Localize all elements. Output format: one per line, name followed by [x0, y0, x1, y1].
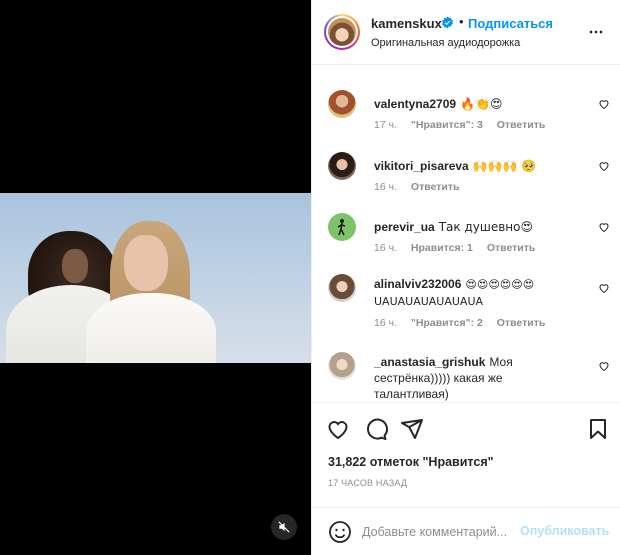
comment-time[interactable]: 16 ч. — [374, 317, 397, 329]
mute-button[interactable] — [271, 514, 297, 540]
verified-badge-icon — [442, 16, 453, 29]
comment-time[interactable]: 16 ч. — [374, 242, 397, 254]
muted-speaker-icon — [278, 521, 290, 533]
reply-button[interactable]: Ответить — [497, 119, 546, 131]
comment-username[interactable]: vikitori_pisareva — [374, 159, 469, 173]
commenter-avatar[interactable] — [328, 352, 356, 380]
bookmark-icon[interactable] — [586, 417, 610, 441]
comment-text: Так душевно😍 — [438, 220, 533, 234]
reply-button[interactable]: Ответить — [411, 181, 460, 193]
comment-username[interactable]: _anastasia_grishuk — [374, 355, 485, 369]
reply-button[interactable]: Ответить — [497, 317, 546, 329]
post-header: kamenskux • Подписаться Оригинальная ауд… — [312, 0, 620, 65]
comment-like-heart-icon[interactable] — [598, 160, 610, 172]
commenter-avatar[interactable] — [328, 274, 356, 302]
post-actions-bar — [312, 402, 620, 457]
audio-label[interactable]: Оригинальная аудиодорожка — [371, 37, 520, 49]
comment-icon[interactable] — [364, 417, 388, 441]
comment-likes[interactable]: "Нравится": 2 — [411, 317, 483, 329]
video-frame[interactable] — [0, 193, 311, 363]
comment-text: 🙌🙌🙌 🥺 — [472, 159, 537, 173]
comment-username[interactable]: perevir_ua — [374, 220, 435, 234]
emoji-icon[interactable] — [328, 520, 352, 544]
commenter-avatar[interactable] — [328, 90, 356, 118]
reply-button[interactable]: Ответить — [487, 242, 536, 254]
walking-figure-icon — [337, 219, 346, 236]
comment-input[interactable] — [362, 522, 522, 542]
comment-time[interactable]: 16 ч. — [374, 181, 397, 193]
comment-username[interactable]: valentyna2709 — [374, 97, 456, 111]
comment-like-heart-icon[interactable] — [598, 221, 610, 233]
video-figure-right-face — [124, 235, 168, 291]
author-username[interactable]: kamenskux — [371, 16, 442, 31]
comment-time[interactable]: 17 ч. — [374, 119, 397, 131]
header-separator: • — [459, 14, 464, 29]
comment-text: 🔥👏😍 — [460, 97, 503, 111]
post-media[interactable] — [0, 0, 311, 555]
post-time[interactable]: 17 ЧАСОВ НАЗАД — [328, 478, 407, 488]
add-comment-bar: Опубликовать — [312, 507, 620, 555]
more-icon[interactable] — [586, 22, 606, 42]
commenter-avatar[interactable] — [328, 213, 356, 241]
comment-like-heart-icon[interactable] — [598, 282, 610, 294]
likes-count[interactable]: 31,822 отметок "Нравится" — [328, 455, 494, 469]
comment-username[interactable]: alinalviv232006 — [374, 277, 461, 291]
post-panel: kamenskux • Подписаться Оригинальная ауд… — [311, 0, 620, 555]
publish-button[interactable]: Опубликовать — [520, 524, 609, 538]
comment-likes[interactable]: "Нравится": 3 — [411, 119, 483, 131]
heart-icon[interactable] — [326, 417, 350, 441]
comments-list[interactable]: valentyna2709 🔥👏😍 17 ч. "Нравится": 3 Отв… — [312, 65, 620, 402]
video-figure-right-body — [86, 293, 216, 363]
share-icon[interactable] — [400, 417, 424, 441]
commenter-avatar[interactable] — [328, 152, 356, 180]
comment-like-heart-icon[interactable] — [598, 360, 610, 372]
follow-button[interactable]: Подписаться — [468, 16, 553, 31]
author-avatar[interactable] — [324, 14, 360, 50]
comment-likes[interactable]: Нравится: 1 — [411, 242, 473, 254]
comment-like-heart-icon[interactable] — [598, 98, 610, 110]
video-figure-left-face — [62, 249, 88, 283]
